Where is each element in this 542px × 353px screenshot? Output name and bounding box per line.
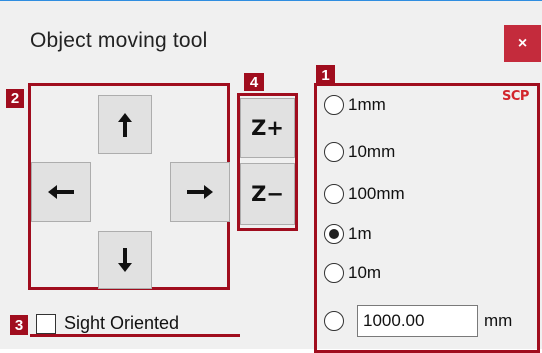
z-plus-button[interactable]: Z+ [240, 98, 295, 158]
step-option-10mm[interactable]: 10mm [324, 142, 395, 162]
close-icon: × [517, 34, 528, 52]
badge-1: 1 [316, 65, 335, 85]
radio-label: 1m [348, 224, 372, 243]
badge-3: 3 [10, 315, 28, 335]
z-minus-label: Z− [251, 182, 284, 206]
z-minus-button[interactable]: Z− [240, 163, 295, 225]
badge-2: 2 [6, 89, 24, 108]
window-title: Object moving tool [30, 29, 208, 52]
step-option-1mm[interactable]: 1mm [324, 95, 386, 115]
radio-label: 100mm [348, 184, 405, 203]
radio-button-selected[interactable] [324, 224, 344, 244]
sight-oriented-checkbox[interactable] [36, 314, 56, 334]
step-option-1m[interactable]: 1m [324, 224, 372, 244]
sight-oriented-underline [30, 334, 240, 337]
step-option-100mm[interactable]: 100mm [324, 184, 405, 204]
badge-4: 4 [244, 73, 264, 91]
arrow-down-icon [116, 247, 134, 273]
tool-window: Object moving tool × 2 4 1 3 Z+ Z− SCP 1… [0, 1, 542, 353]
radio-button[interactable] [324, 311, 344, 331]
z-plus-label: Z+ [251, 116, 284, 140]
custom-step-unit: mm [484, 311, 513, 330]
move-left-button[interactable] [31, 162, 91, 222]
arrow-up-icon [116, 112, 134, 138]
arrow-left-icon [47, 183, 75, 201]
custom-step-input[interactable] [357, 305, 478, 337]
scp-logo: SCP [502, 89, 529, 104]
arrow-right-icon [186, 183, 214, 201]
move-right-button[interactable] [170, 162, 230, 222]
radio-label: 1mm [348, 95, 386, 114]
radio-button[interactable] [324, 142, 344, 162]
radio-label: 10mm [348, 142, 396, 161]
step-option-10m[interactable]: 10m [324, 263, 381, 283]
radio-label: 10m [348, 263, 382, 282]
move-up-button[interactable] [98, 95, 152, 154]
radio-button[interactable] [324, 95, 344, 115]
sight-oriented-label[interactable]: Sight Oriented [64, 313, 179, 334]
radio-dot [329, 229, 339, 239]
step-option-custom[interactable] [324, 311, 344, 331]
radio-button[interactable] [324, 263, 344, 283]
radio-button[interactable] [324, 184, 344, 204]
close-button[interactable]: × [504, 25, 541, 62]
move-down-button[interactable] [98, 231, 152, 289]
